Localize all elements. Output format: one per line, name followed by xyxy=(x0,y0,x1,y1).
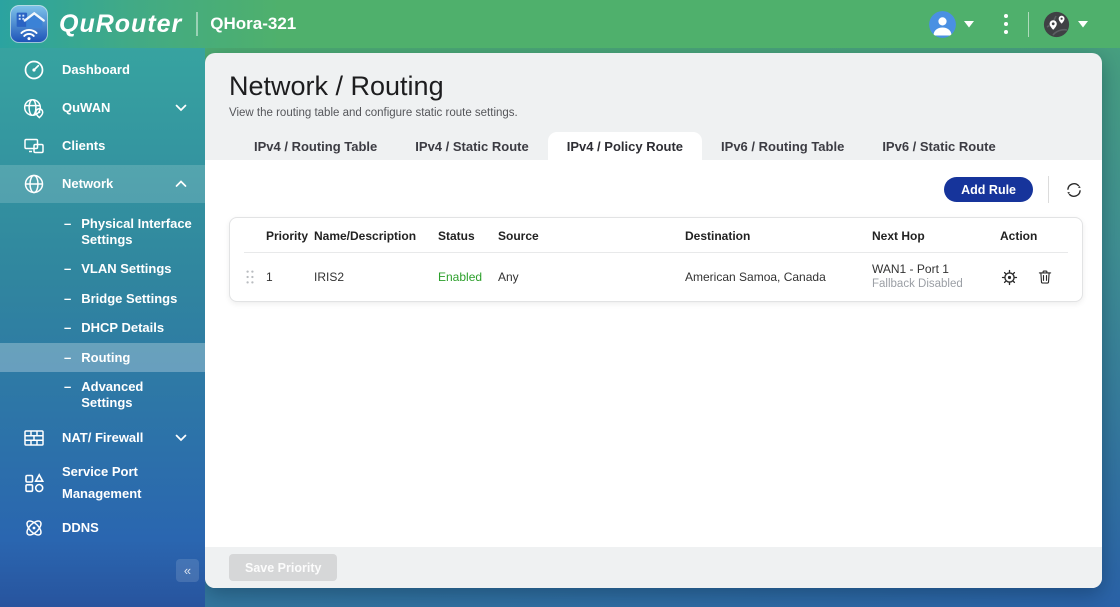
chevron-down-icon xyxy=(175,104,187,112)
network-globe-icon xyxy=(22,172,46,196)
chevron-up-icon xyxy=(175,180,187,188)
toolbar-divider xyxy=(1048,176,1049,203)
sidebar-item-label: NAT/ Firewall xyxy=(62,427,175,449)
ddns-atom-icon xyxy=(22,516,46,540)
topbar-divider xyxy=(196,12,198,36)
page-title: Network / Routing xyxy=(229,71,1078,101)
sidebar-subitem-physical-interface-settings[interactable]: – Physical Interface Settings xyxy=(0,209,205,254)
subitem-label: Advanced Settings xyxy=(81,379,197,410)
row-status-enabled: Enabled xyxy=(438,270,498,284)
panel-footer: Save Priority xyxy=(205,547,1102,588)
sidebar-item-label: Dashboard xyxy=(62,59,205,81)
sidebar-nav: Dashboard QuWAN Clients xyxy=(0,48,205,607)
dashboard-gauge-icon xyxy=(22,58,46,82)
sidebar-item-service-port-management[interactable]: Service Port Management xyxy=(0,457,205,509)
row-actions xyxy=(1000,268,1082,287)
next-hop-fallback-status: Fallback Disabled xyxy=(872,277,1000,292)
subitem-bullet: – xyxy=(64,320,71,336)
tab-ipv4-policy-route[interactable]: IPv4 / Policy Route xyxy=(548,132,702,160)
col-source: Source xyxy=(498,229,685,243)
sidebar-item-network[interactable]: Network xyxy=(0,165,205,203)
edit-rule-gear-icon[interactable] xyxy=(1000,268,1019,287)
subitem-bullet: – xyxy=(64,216,71,232)
col-name-description: Name/Description xyxy=(314,229,438,243)
subitem-label: Bridge Settings xyxy=(81,291,177,307)
row-destination: American Samoa, Canada xyxy=(685,270,872,284)
chevron-down-icon xyxy=(175,434,187,442)
subitem-bullet: – xyxy=(64,379,71,395)
sidebar-subitem-dhcp-details[interactable]: – DHCP Details xyxy=(0,313,205,343)
row-priority: 1 xyxy=(266,270,314,284)
qurouter-app-logo-icon xyxy=(10,5,48,43)
sidebar-item-clients[interactable]: Clients xyxy=(0,127,205,165)
main-panel: Network / Routing View the routing table… xyxy=(205,53,1102,588)
tab-content: Add Rule Priority Name/Description Statu… xyxy=(205,160,1102,547)
sidebar-subitem-vlan-settings[interactable]: – VLAN Settings xyxy=(0,254,205,284)
clients-devices-icon xyxy=(22,134,46,158)
table-header-row: Priority Name/Description Status Source … xyxy=(230,218,1082,253)
topbar: QuRouter QHora-321 xyxy=(0,0,1120,48)
drag-handle-icon[interactable] xyxy=(230,269,266,285)
page-subtitle: View the routing table and configure sta… xyxy=(229,107,1078,119)
add-rule-button[interactable]: Add Rule xyxy=(944,177,1033,202)
region-globe-icon[interactable] xyxy=(1043,11,1070,38)
topbar-right-divider xyxy=(1028,12,1029,37)
col-status: Status xyxy=(438,229,498,243)
row-next-hop: WAN1 - Port 1 Fallback Disabled xyxy=(872,262,1000,292)
subitem-bullet: – xyxy=(64,261,71,277)
refresh-icon[interactable] xyxy=(1064,180,1084,200)
user-avatar-icon[interactable] xyxy=(929,11,956,38)
region-menu-caret-icon[interactable] xyxy=(1078,21,1088,28)
delete-rule-trash-icon[interactable] xyxy=(1036,268,1054,286)
subitem-label: Routing xyxy=(81,350,130,366)
row-source: Any xyxy=(498,270,685,284)
user-menu-caret-icon[interactable] xyxy=(964,21,974,28)
service-port-shapes-icon xyxy=(22,471,46,495)
save-priority-button[interactable]: Save Priority xyxy=(229,554,337,581)
toolbar: Add Rule xyxy=(205,160,1102,203)
sidebar-subitem-routing[interactable]: – Routing xyxy=(0,343,205,373)
tabbar: IPv4 / Routing Table IPv4 / Static Route… xyxy=(229,132,1078,160)
col-action: Action xyxy=(1000,229,1082,243)
firewall-brick-wall-icon xyxy=(22,426,46,450)
policy-route-table: Priority Name/Description Status Source … xyxy=(229,217,1083,302)
table-row: 1 IRIS2 Enabled Any American Samoa, Cana… xyxy=(230,253,1082,301)
subitem-label: VLAN Settings xyxy=(81,261,171,277)
tab-ipv4-routing-table[interactable]: IPv4 / Routing Table xyxy=(235,132,396,160)
sidebar-item-label: DDNS xyxy=(62,517,205,539)
tab-ipv6-static-route[interactable]: IPv6 / Static Route xyxy=(863,132,1014,160)
sidebar-item-ddns[interactable]: DDNS xyxy=(0,509,205,547)
next-hop-interface: WAN1 - Port 1 xyxy=(872,262,1000,277)
tab-ipv4-static-route[interactable]: IPv4 / Static Route xyxy=(396,132,547,160)
device-name: QHora-321 xyxy=(210,14,296,34)
sidebar-item-quwan[interactable]: QuWAN xyxy=(0,89,205,127)
sidebar-item-label: Service Port Management xyxy=(62,461,205,505)
sidebar-subitem-bridge-settings[interactable]: – Bridge Settings xyxy=(0,284,205,314)
subitem-label: Physical Interface Settings xyxy=(81,216,197,247)
sidebar-item-label: Network xyxy=(62,173,175,195)
sidebar-item-dashboard[interactable]: Dashboard xyxy=(0,51,205,89)
sidebar-item-label: Clients xyxy=(62,135,205,157)
row-name: IRIS2 xyxy=(314,270,438,284)
col-priority: Priority xyxy=(266,229,314,243)
col-next-hop: Next Hop xyxy=(872,229,1000,243)
col-destination: Destination xyxy=(685,229,872,243)
sidebar-item-label: QuWAN xyxy=(62,97,175,119)
panel-header: Network / Routing View the routing table… xyxy=(205,53,1102,160)
sidebar-item-nat-firewall[interactable]: NAT/ Firewall xyxy=(0,419,205,457)
subitem-bullet: – xyxy=(64,291,71,307)
subitem-bullet: – xyxy=(64,350,71,366)
subitem-label: DHCP Details xyxy=(81,320,164,336)
tab-ipv6-routing-table[interactable]: IPv6 / Routing Table xyxy=(702,132,863,160)
brand-logotype: QuRouter xyxy=(59,10,182,39)
sidebar-subitem-advanced-settings[interactable]: – Advanced Settings xyxy=(0,372,205,417)
network-sub-list: – Physical Interface Settings – VLAN Set… xyxy=(0,203,205,419)
sidebar-collapse-button[interactable]: « xyxy=(176,559,199,582)
quwan-globe-pin-icon xyxy=(22,96,46,120)
kebab-menu-icon[interactable] xyxy=(1000,10,1012,38)
